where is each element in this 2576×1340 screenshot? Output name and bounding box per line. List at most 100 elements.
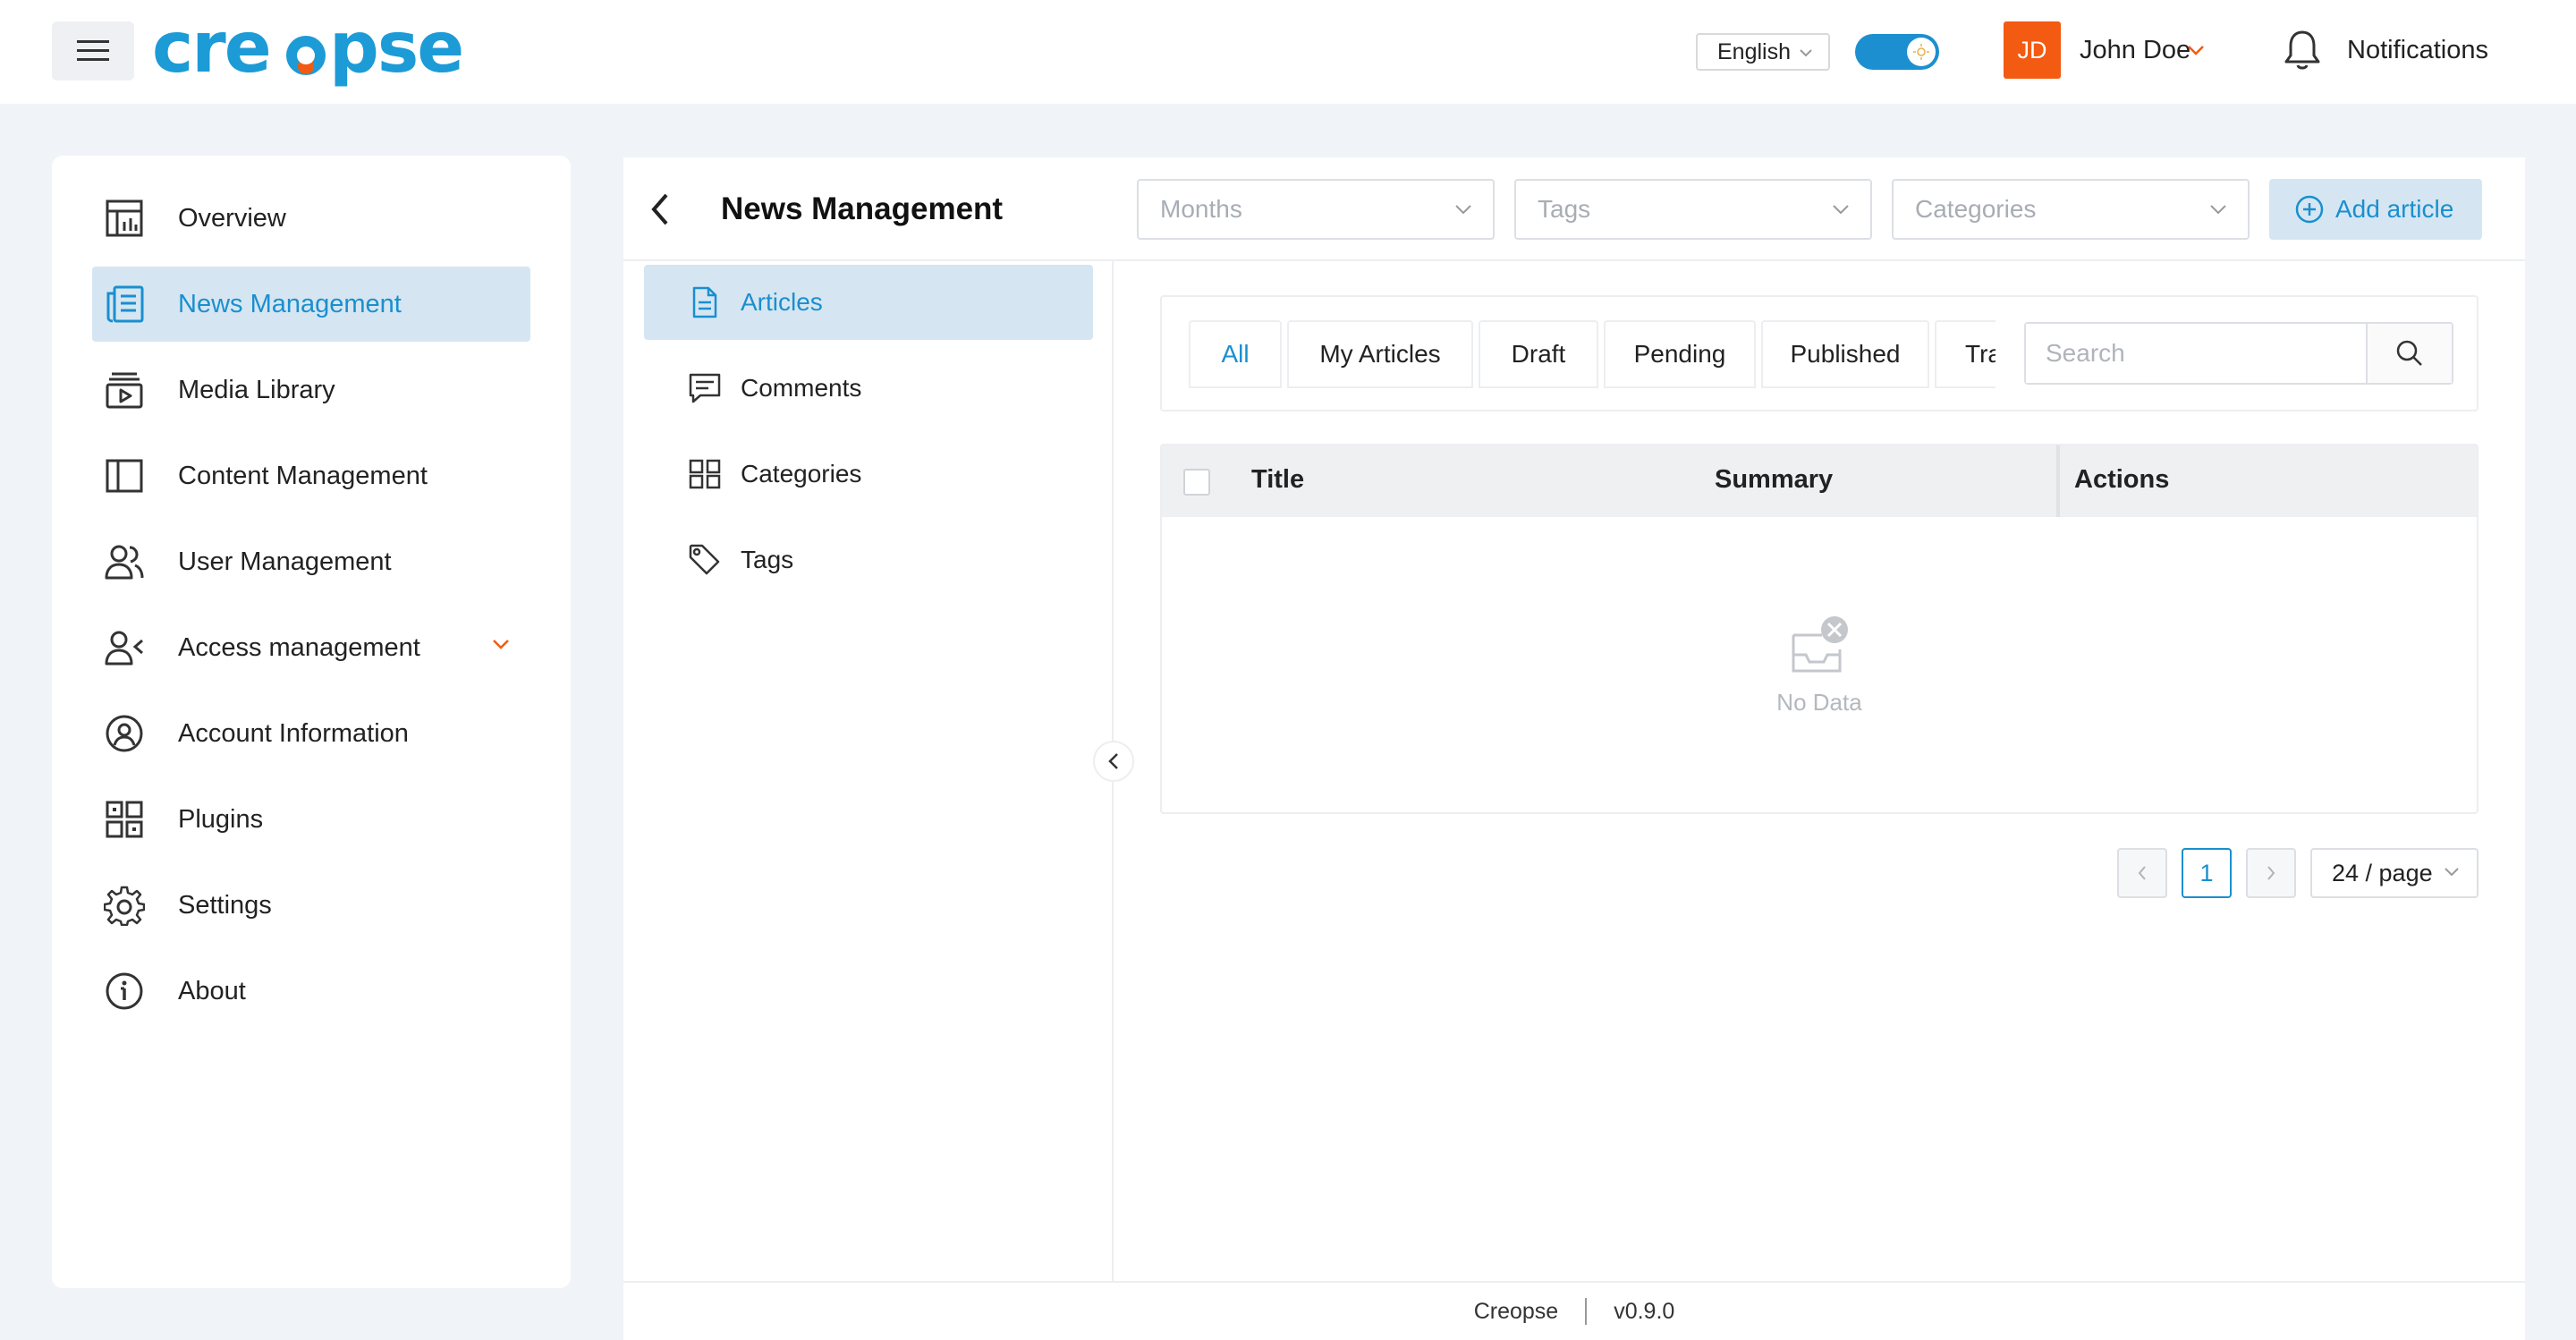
- sidebar-item-overview[interactable]: Overview: [92, 181, 530, 256]
- article-filter-bar: All My Articles Draft Pending Published …: [1160, 295, 2479, 411]
- chevron-right-icon: [2267, 866, 2275, 880]
- menu-toggle-button[interactable]: [52, 21, 134, 81]
- content-icon: [103, 454, 146, 497]
- submenu-item-label: Comments: [741, 374, 862, 402]
- footer-version: v0.9.0: [1614, 1298, 1675, 1324]
- sidebar-item-label: Plugins: [178, 804, 264, 834]
- sidebar-item-label: Overview: [178, 203, 286, 233]
- tab-all[interactable]: All: [1189, 320, 1282, 388]
- bell-icon[interactable]: [2281, 27, 2324, 73]
- sidebar-item-account-information[interactable]: Account Information: [92, 696, 530, 771]
- sidebar-item-label: User Management: [178, 547, 392, 576]
- document-icon: [687, 284, 723, 320]
- hamburger-icon: [77, 40, 109, 61]
- tags-select[interactable]: Tags: [1514, 179, 1872, 240]
- sidebar-item-news-management[interactable]: News Management: [92, 267, 530, 342]
- chevron-left-icon: [2138, 866, 2146, 880]
- page-size-select[interactable]: 24 / page: [2310, 848, 2479, 898]
- sidebar-item-label: Content Management: [178, 461, 428, 490]
- chevron-down-icon: [1800, 49, 1812, 57]
- sidebar-item-content-management[interactable]: Content Management: [92, 438, 530, 513]
- prev-page-button[interactable]: [2117, 848, 2167, 898]
- sidebar-item-label: About: [178, 976, 246, 1005]
- chevron-down-icon: [1833, 205, 1849, 215]
- top-bar: cre pse English JD John Doe Notification…: [0, 0, 2576, 104]
- chevron-down-icon[interactable]: [2186, 43, 2206, 57]
- theme-toggle[interactable]: [1855, 34, 1939, 70]
- brand-logo[interactable]: cre pse: [152, 14, 474, 89]
- submenu-item-comments[interactable]: Comments: [644, 351, 1093, 426]
- months-placeholder: Months: [1160, 195, 1242, 223]
- tab-my-articles[interactable]: My Articles: [1287, 320, 1473, 388]
- svg-text:pse: pse: [329, 14, 462, 89]
- gear-icon: [103, 884, 146, 927]
- page-title: News Management: [721, 191, 1004, 226]
- account-icon: [103, 712, 146, 755]
- table-header: Title Summary Actions: [1162, 445, 2477, 517]
- notifications-link[interactable]: Notifications: [2347, 36, 2488, 65]
- empty-inbox-icon: [1792, 615, 1848, 672]
- footer-divider: [1585, 1298, 1588, 1325]
- categories-placeholder: Categories: [1915, 195, 2037, 223]
- sidebar-item-about[interactable]: About: [92, 954, 530, 1029]
- tab-strip: All My Articles Draft Pending Published …: [1162, 297, 1996, 413]
- sun-icon: [1907, 38, 1936, 66]
- page-header: News Management Months Tags Categories A…: [623, 157, 2525, 261]
- svg-text:cre: cre: [152, 14, 270, 89]
- tag-icon: [687, 542, 723, 578]
- search-button[interactable]: [2368, 324, 2452, 383]
- sidebar-item-label: Media Library: [178, 375, 335, 404]
- sidebar-item-settings[interactable]: Settings: [92, 868, 530, 943]
- articles-table: Title Summary Actions No Data: [1160, 444, 2479, 814]
- column-header-actions: Actions: [2074, 465, 2170, 494]
- chevron-down-icon: [2210, 205, 2226, 215]
- months-select[interactable]: Months: [1137, 179, 1495, 240]
- user-name[interactable]: John Doe: [2080, 36, 2190, 65]
- submenu-item-tags[interactable]: Tags: [644, 522, 1093, 598]
- add-article-label: Add article: [2335, 195, 2454, 223]
- language-select[interactable]: English: [1696, 33, 1830, 71]
- search-icon: [2396, 340, 2422, 366]
- plus-circle-icon: [2295, 195, 2324, 224]
- collapse-submenu-button[interactable]: [1093, 741, 1134, 782]
- page-size-label: 24 / page: [2332, 859, 2433, 886]
- sidebar-item-label: Account Information: [178, 718, 409, 748]
- submenu-item-articles[interactable]: Articles: [644, 265, 1093, 340]
- language-label: English: [1717, 38, 1791, 64]
- chevron-down-icon[interactable]: [491, 637, 511, 651]
- submenu-item-categories[interactable]: Categories: [644, 437, 1093, 512]
- page-number-button[interactable]: 1: [2182, 848, 2232, 898]
- submenu-item-label: Tags: [741, 546, 794, 573]
- users-icon: [103, 540, 146, 583]
- back-arrow-icon[interactable]: [647, 190, 674, 229]
- search-input[interactable]: [2026, 324, 2368, 383]
- sidebar-item-media-library[interactable]: Media Library: [92, 352, 530, 428]
- plugins-icon: [103, 798, 146, 841]
- access-icon: [103, 626, 146, 669]
- tab-pending[interactable]: Pending: [1604, 320, 1756, 388]
- select-all-checkbox[interactable]: [1183, 469, 1210, 496]
- sidebar: Overview News Management Media Library C…: [52, 156, 571, 1288]
- add-article-button[interactable]: Add article: [2269, 179, 2482, 240]
- footer: Creopse v0.9.0: [623, 1281, 2525, 1340]
- submenu-item-label: Articles: [741, 288, 823, 316]
- column-header-summary[interactable]: Summary: [1715, 465, 1833, 495]
- overview-icon: [103, 197, 146, 240]
- sidebar-item-plugins[interactable]: Plugins: [92, 782, 530, 857]
- tags-placeholder: Tags: [1538, 195, 1591, 223]
- media-icon: [103, 369, 146, 411]
- categories-select[interactable]: Categories: [1892, 179, 2250, 240]
- next-page-button[interactable]: [2246, 848, 2296, 898]
- sidebar-item-user-management[interactable]: User Management: [92, 524, 530, 599]
- tab-trash[interactable]: Trash: [1935, 320, 1996, 388]
- tab-draft[interactable]: Draft: [1479, 320, 1598, 388]
- footer-app-name: Creopse: [1473, 1298, 1559, 1324]
- column-divider: [2056, 445, 2060, 517]
- column-header-title[interactable]: Title: [1251, 465, 1304, 495]
- search-box: [2024, 322, 2453, 385]
- tab-published[interactable]: Published: [1761, 320, 1929, 388]
- avatar[interactable]: JD: [2004, 21, 2061, 79]
- sidebar-item-label: Access management: [178, 632, 420, 662]
- chevron-left-icon: [1108, 753, 1118, 769]
- sidebar-item-access-management[interactable]: Access management: [92, 610, 530, 685]
